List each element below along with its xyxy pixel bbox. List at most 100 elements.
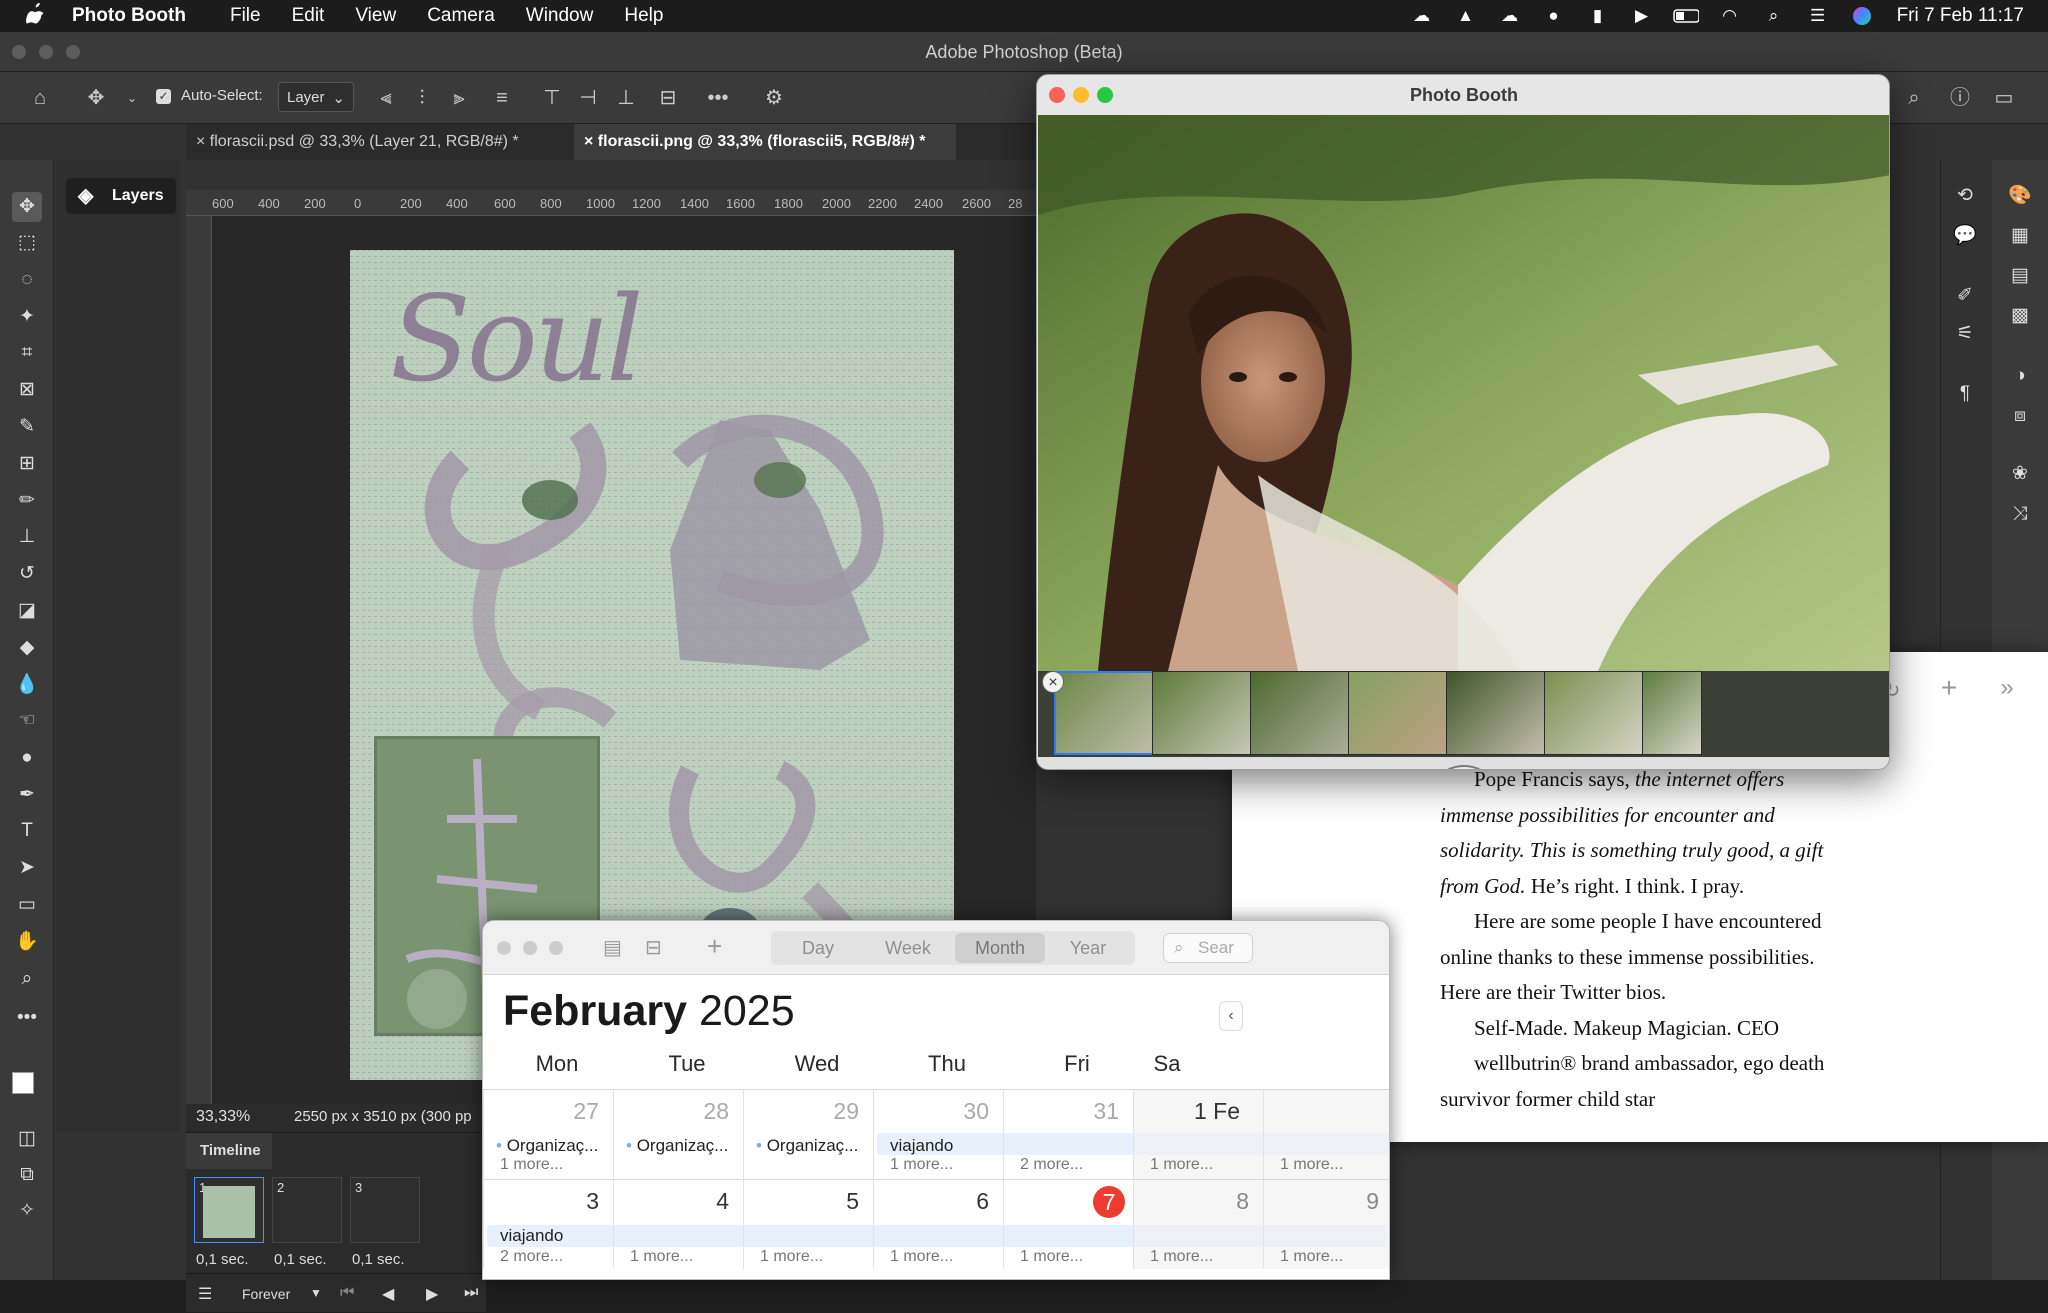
event-title[interactable]: viajando — [500, 1226, 563, 1246]
hand-tool-icon[interactable]: ✋ — [12, 927, 42, 957]
marquee-tool-icon[interactable]: ⬚ — [12, 228, 42, 258]
chevron-down-icon[interactable]: ⌄ — [118, 84, 146, 112]
more-events-link[interactable]: 2 more... — [1020, 1156, 1083, 1174]
more-events-link[interactable]: 2 more... — [500, 1248, 563, 1266]
drive-icon[interactable]: ▲ — [1453, 5, 1479, 27]
timeline-frame-1[interactable]: 1 — [194, 1177, 264, 1243]
dodge-tool-icon[interactable]: ● — [12, 743, 42, 773]
distribute-icon[interactable]: ≡ — [488, 84, 516, 112]
menu-edit[interactable]: Edit — [292, 5, 325, 27]
wifi-icon[interactable]: ◠ — [1717, 5, 1743, 27]
close-button[interactable] — [1049, 87, 1065, 103]
gear-icon[interactable]: ⚙ — [760, 84, 788, 112]
day-cell[interactable]: 31 2 more... — [1003, 1089, 1133, 1179]
screen-mode-icon[interactable]: ⧉ — [12, 1160, 42, 1190]
quick-mask-icon[interactable]: ◫ — [12, 1124, 42, 1154]
battery-icon[interactable] — [1672, 5, 1699, 27]
event[interactable]: • Organizaç... — [496, 1136, 598, 1156]
home-icon[interactable]: ⌂ — [26, 84, 54, 112]
more-events-link[interactable]: 1 more... — [1280, 1248, 1343, 1266]
event-title[interactable]: viajando — [890, 1136, 953, 1156]
minimize-button[interactable] — [1073, 87, 1089, 103]
brush-settings-icon[interactable]: ✐ — [1951, 282, 1979, 310]
overflow-chevron-icon[interactable]: » — [1992, 674, 2022, 706]
move-tool-icon[interactable]: ✥ — [12, 192, 42, 222]
blur-tool-icon[interactable]: 💧 — [12, 670, 42, 700]
previous-frame-icon[interactable]: ◀ — [382, 1284, 394, 1304]
next-frame-icon[interactable]: ⏭ — [464, 1284, 478, 1302]
menu-camera[interactable]: Camera — [427, 5, 495, 27]
frame-delay[interactable]: 0,1 sec. — [352, 1251, 405, 1268]
eyedropper-icon[interactable]: ✎ — [12, 412, 42, 442]
clipboard-icon[interactable]: ▮ — [1585, 5, 1611, 27]
zoom-tool-icon[interactable]: ⌕ — [12, 964, 42, 994]
history-icon[interactable]: ⟲ — [1951, 182, 1979, 210]
add-event-icon[interactable]: + — [707, 931, 722, 962]
align-top-icon[interactable]: ⊤ — [538, 84, 566, 112]
help-icon[interactable]: ⓘ — [1946, 84, 1974, 112]
zoom-button[interactable] — [1097, 87, 1113, 103]
timeline-frame-3[interactable]: 3 — [350, 1177, 420, 1243]
add-tab-icon[interactable]: + — [1932, 672, 1966, 706]
menu-app-name[interactable]: Photo Booth — [72, 5, 186, 27]
control-center-icon[interactable]: ☰ — [1805, 5, 1831, 27]
more-events-link[interactable]: 1 more... — [890, 1248, 953, 1266]
history-brush-icon[interactable]: ↺ — [12, 559, 42, 589]
generative-icon[interactable]: ✧ — [12, 1196, 42, 1226]
zoom-button[interactable] — [549, 941, 563, 955]
day-cell[interactable]: 5 1 more... — [743, 1179, 873, 1269]
stamp-tool-icon[interactable]: ⊥ — [12, 522, 42, 552]
view-year[interactable]: Year — [1043, 933, 1133, 963]
pen-tool-icon[interactable]: ✒ — [12, 780, 42, 810]
loop-option[interactable]: Forever — [242, 1286, 290, 1302]
frame-delay[interactable]: 0,1 sec. — [274, 1251, 327, 1268]
view-month[interactable]: Month — [955, 933, 1045, 963]
align-left-icon[interactable]: ⫷ — [372, 84, 400, 112]
patterns-icon[interactable]: ▩ — [2006, 302, 2034, 330]
day-cell[interactable]: 30 viajando 1 more... — [873, 1089, 1003, 1179]
clock[interactable]: Fri 7 Feb 11:17 — [1897, 5, 2024, 27]
photo-thumbnail[interactable] — [1642, 671, 1702, 755]
timeline-tab[interactable]: Timeline — [186, 1133, 272, 1169]
align-middle-icon[interactable]: ⊣ — [574, 84, 602, 112]
day-cell[interactable]: 1 more... — [1263, 1089, 1389, 1179]
day-cell-today[interactable]: 7 1 more... — [1003, 1179, 1133, 1269]
tab-florascii-psd[interactable]: × florascii.psd @ 33,3% (Layer 21, RGB/8… — [186, 124, 568, 160]
day-cell[interactable]: 4 1 more... — [613, 1179, 743, 1269]
menu-file[interactable]: File — [230, 5, 261, 27]
first-frame-icon[interactable]: ⏮ — [340, 1284, 354, 1302]
more-tools-icon[interactable]: ••• — [12, 1003, 42, 1033]
zoom-level[interactable]: 33,33% — [196, 1108, 250, 1126]
close-button[interactable] — [497, 941, 511, 955]
rectangle-tool-icon[interactable]: ▭ — [12, 890, 42, 920]
paths-icon[interactable]: ⤨ — [2006, 500, 2034, 528]
day-cell[interactable]: 9 1 more... — [1263, 1179, 1389, 1269]
crop-tool-icon[interactable]: ⌗ — [12, 338, 42, 368]
day-cell[interactable]: 3 viajando 2 more... — [483, 1179, 613, 1269]
minimize-button[interactable] — [39, 45, 53, 59]
distribute-vertical-icon[interactable]: ⊟ — [654, 84, 682, 112]
day-cell[interactable]: 29 • Organizaç... — [743, 1089, 873, 1179]
comments-icon[interactable]: 💬 — [1951, 222, 1979, 250]
siri-icon[interactable] — [1849, 5, 1875, 27]
view-week[interactable]: Week — [863, 933, 953, 963]
channels-icon[interactable]: ❀ — [2006, 460, 2034, 488]
align-center-icon[interactable]: ⫶ — [408, 84, 436, 112]
more-events-link[interactable]: 1 more... — [1280, 1156, 1343, 1174]
event[interactable]: • Organizaç... — [756, 1136, 858, 1156]
more-events-link[interactable]: 1 more... — [1150, 1248, 1213, 1266]
previous-month-button[interactable]: ‹ — [1219, 1001, 1243, 1031]
more-events-link[interactable]: 1 more... — [500, 1156, 563, 1174]
libraries-icon[interactable]: ⧈ — [2006, 402, 2034, 430]
search-icon[interactable]: ⌕ — [1761, 5, 1787, 27]
search-icon[interactable]: ⌕ — [1900, 84, 1928, 112]
day-cell[interactable]: 8 1 more... — [1133, 1179, 1263, 1269]
path-selection-icon[interactable]: ➤ — [12, 853, 42, 883]
loop-chevron-icon[interactable]: ▼ — [310, 1286, 322, 1300]
auto-select-dropdown[interactable]: Layer ⌄ — [278, 82, 354, 112]
timeline-menu-icon[interactable]: ☰ — [198, 1284, 212, 1304]
adjustments-icon[interactable]: ⚟ — [1951, 320, 1979, 348]
swatches-icon[interactable]: ▦ — [2006, 222, 2034, 250]
day-cell[interactable]: 1 Fe 1 more... — [1133, 1089, 1263, 1179]
day-cell[interactable]: 28 • Organizaç... — [613, 1089, 743, 1179]
